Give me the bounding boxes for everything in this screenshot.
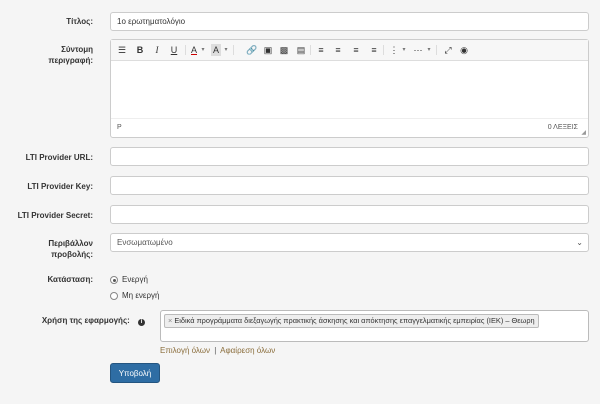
editor-toolbar: ☰ B I U A ▾ A ▾ 🔗 ▣ ▩ ▤ ≡ ≡ ≡ ≡ ⋮ ▾ ⋯ ▾ … bbox=[111, 40, 588, 61]
image-icon[interactable]: ▣ bbox=[263, 44, 273, 56]
link-icon[interactable]: 🔗 bbox=[246, 44, 257, 56]
description-label: Σύντομη περιγραφή: bbox=[48, 45, 93, 65]
toolbar-separator bbox=[185, 45, 186, 55]
toolbar-separator bbox=[383, 45, 384, 55]
submit-button[interactable]: Υποβολή bbox=[110, 363, 160, 383]
remove-all-link[interactable]: Αφαίρεση όλων bbox=[220, 346, 275, 355]
word-count: 0 ΛΕΞΕΙΣ bbox=[547, 124, 578, 131]
environment-select[interactable]: Ενσωματωμένο ⌄ bbox=[110, 233, 589, 252]
remove-tag-icon[interactable]: × bbox=[168, 316, 172, 325]
preview-icon[interactable]: ◉ bbox=[459, 44, 469, 56]
info-icon[interactable]: i bbox=[138, 319, 145, 326]
environment-label: Περιβάλλον προβολής: bbox=[48, 239, 93, 259]
description-editor[interactable]: ☰ B I U A ▾ A ▾ 🔗 ▣ ▩ ▤ ≡ ≡ ≡ ≡ ⋮ ▾ ⋯ ▾ … bbox=[110, 39, 589, 138]
film-icon[interactable]: ▤ bbox=[296, 44, 306, 56]
usage-tag: × Ειδικά προγράμματα διεξαγωγής πρακτικής… bbox=[164, 314, 539, 328]
status-label: Κατάσταση: bbox=[47, 275, 93, 284]
title-input[interactable]: 1ο ερωτηματολόγιο bbox=[110, 12, 589, 31]
title-label: Τίτλος: bbox=[66, 17, 93, 26]
editor-path: P bbox=[117, 124, 122, 131]
background-color-dropdown-icon[interactable]: ▾ bbox=[223, 44, 229, 56]
media-icon[interactable]: ▩ bbox=[279, 44, 289, 56]
usage-tag-text: Ειδικά προγράμματα διεξαγωγής πρακτικής … bbox=[174, 316, 535, 325]
text-color-dropdown-icon[interactable]: ▾ bbox=[200, 44, 206, 56]
lti-key-label: LTI Provider Key: bbox=[27, 182, 93, 191]
align-left-icon[interactable]: ≡ bbox=[316, 44, 326, 56]
usage-label: Χρήση της εφαρμογής: i bbox=[0, 315, 145, 326]
format-menu-icon[interactable]: ☰ bbox=[115, 44, 129, 56]
status-inactive-radio[interactable] bbox=[110, 292, 118, 300]
links-separator: | bbox=[214, 346, 217, 355]
bullet-list-dropdown-icon[interactable]: ▾ bbox=[401, 44, 407, 56]
chevron-down-icon: ⌄ bbox=[576, 238, 583, 247]
usage-multiselect[interactable]: × Ειδικά προγράμματα διεξαγωγής πρακτικής… bbox=[160, 310, 589, 342]
bold-icon[interactable]: B bbox=[135, 44, 145, 56]
status-active-radio[interactable] bbox=[110, 276, 118, 284]
environment-selected-value: Ενσωματωμένο bbox=[117, 238, 173, 247]
toolbar-separator bbox=[310, 45, 311, 55]
fullscreen-icon[interactable]: ⤢ bbox=[443, 44, 453, 56]
editor-statusbar: P 0 ΛΕΞΕΙΣ ◢ bbox=[111, 118, 588, 137]
lti-secret-input[interactable] bbox=[110, 205, 589, 224]
align-center-icon[interactable]: ≡ bbox=[333, 44, 343, 56]
italic-icon[interactable]: I bbox=[152, 44, 162, 56]
status-inactive-label[interactable]: Μη ενεργή bbox=[122, 291, 159, 301]
lti-url-label: LTI Provider URL: bbox=[25, 153, 93, 162]
align-right-icon[interactable]: ≡ bbox=[351, 44, 361, 56]
lti-secret-label: LTI Provider Secret: bbox=[17, 211, 93, 220]
toolbar-separator bbox=[436, 45, 437, 55]
underline-icon[interactable]: U bbox=[169, 44, 179, 56]
background-color-icon[interactable]: A bbox=[211, 44, 221, 56]
text-color-icon[interactable]: A bbox=[189, 44, 199, 56]
usage-label-text: Χρήση της εφαρμογής: bbox=[41, 316, 130, 325]
toolbar-separator bbox=[233, 45, 234, 55]
resize-handle-icon[interactable]: ◢ bbox=[581, 129, 586, 136]
lti-key-input[interactable] bbox=[110, 176, 589, 195]
numbered-list-icon[interactable]: ⋯ bbox=[413, 44, 423, 56]
bullet-list-icon[interactable]: ⋮ bbox=[389, 44, 399, 56]
select-all-link[interactable]: Επιλογή όλων bbox=[160, 346, 210, 355]
lti-url-input[interactable] bbox=[110, 147, 589, 166]
numbered-list-dropdown-icon[interactable]: ▾ bbox=[426, 44, 432, 56]
align-justify-icon[interactable]: ≡ bbox=[369, 44, 379, 56]
usage-links: Επιλογή όλων | Αφαίρεση όλων bbox=[160, 346, 275, 356]
status-active-label[interactable]: Ενεργή bbox=[122, 275, 148, 285]
